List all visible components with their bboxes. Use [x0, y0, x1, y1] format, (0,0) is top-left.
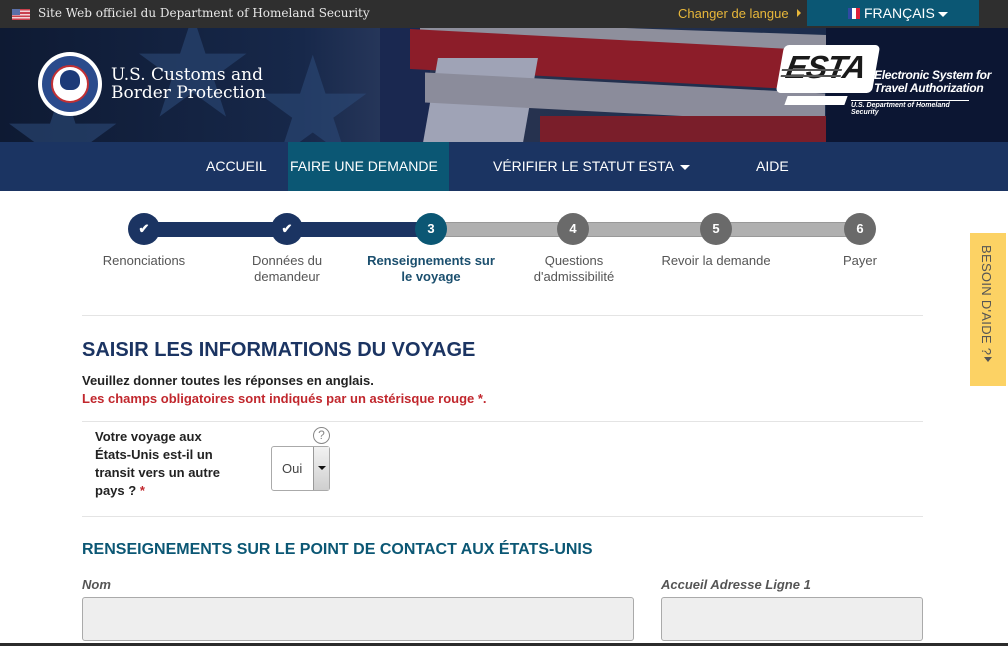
need-help-label: BESOIN D'AIDE ? — [979, 245, 994, 356]
divider — [82, 516, 923, 517]
divider — [82, 315, 923, 316]
step-2-label: Données du demandeur — [251, 253, 323, 284]
nav-label: VÉRIFIER LE STATUT ESTA — [493, 158, 674, 174]
esta-dept: U.S. Department of Homeland Security — [851, 100, 969, 116]
required-note: Les champs obligatoires sont indiqués pa… — [82, 391, 487, 406]
help-icon[interactable]: ? — [313, 427, 330, 444]
header-banner: ★ ★ ★ U.S. Customs and Border Protection… — [0, 28, 1008, 142]
french-flag-icon — [848, 8, 860, 19]
nav-item-aide[interactable]: AIDE — [756, 142, 789, 191]
name-input[interactable] — [82, 597, 634, 641]
step-2-marker[interactable]: ✔ — [271, 213, 303, 245]
progress-tracker: ✔ ✔ 3 4 5 6 Renonciations Données du dem… — [0, 205, 1008, 305]
page-title: SAISIR LES INFORMATIONS DU VOYAGE — [82, 339, 476, 361]
chevron-down-icon[interactable] — [313, 447, 329, 490]
step-3-label: Renseignements sur le voyage — [367, 253, 495, 284]
dhs-seal-logo[interactable] — [38, 52, 102, 116]
step-5-label: Revoir la demande — [661, 253, 771, 268]
transit-select[interactable]: Oui — [271, 446, 330, 491]
step-1-label: Renonciations — [102, 253, 186, 268]
esta-logo-text: ESTA — [783, 49, 869, 85]
step-3-marker: 3 — [415, 213, 447, 245]
top-bar: Site Web officiel du Department of Homel… — [0, 0, 1008, 28]
change-language-link[interactable]: Changer de langue — [678, 6, 789, 21]
transit-question-label: Votre voyage aux États-Unis est-il un tr… — [95, 428, 235, 500]
need-help-tab[interactable]: BESOIN D'AIDE ? — [970, 233, 1006, 386]
official-site-text: Site Web officiel du Department of Homel… — [38, 6, 370, 20]
nav-item-accueil[interactable]: ACCUEIL — [206, 142, 267, 191]
esta-desc-line-2: Travel Authorization — [874, 81, 984, 95]
name-label: Nom — [82, 577, 111, 592]
esta-logo[interactable]: ESTA — [775, 45, 881, 93]
agency-line-2: Border Protection — [111, 83, 266, 103]
agency-title[interactable]: U.S. Customs and Border Protection — [111, 66, 266, 102]
step-4-marker: 4 — [557, 213, 589, 245]
nav-label: FAIRE UNE DEMANDE — [290, 158, 438, 174]
instruction-text: Veuillez donner toutes les réponses en a… — [82, 373, 374, 388]
esta-description: Electronic System for Travel Authorizati… — [874, 69, 991, 95]
step-6-marker: 6 — [844, 213, 876, 245]
esta-logo-base — [784, 96, 848, 105]
eagle-icon — [60, 70, 80, 90]
step-4-label: Questions d'admissibilité — [533, 253, 615, 284]
nav-label: ACCUEIL — [206, 158, 267, 174]
chevron-down-icon — [938, 12, 948, 17]
transit-select-value: Oui — [282, 461, 303, 476]
chevron-down-icon — [680, 164, 691, 170]
language-selector[interactable]: FRANÇAIS — [807, 0, 979, 26]
progress-track-remaining — [431, 222, 861, 237]
step-5-marker: 5 — [700, 213, 732, 245]
address-line-1-input[interactable] — [661, 597, 923, 641]
nav-label: AIDE — [756, 158, 789, 174]
flag-stripe — [540, 116, 830, 142]
nav-item-verifier-statut[interactable]: VÉRIFIER LE STATUT ESTA — [493, 142, 691, 191]
required-asterisk: * — [139, 483, 145, 498]
step-6-label: Payer — [843, 253, 877, 268]
address-line-1-label: Accueil Adresse Ligne 1 — [661, 577, 811, 592]
transit-question-text: Votre voyage aux États-Unis est-il un tr… — [95, 429, 220, 498]
caret-down-icon — [984, 357, 992, 362]
step-1-marker[interactable]: ✔ — [128, 213, 160, 245]
us-flag-icon — [12, 9, 30, 20]
language-label: FRANÇAIS — [864, 5, 935, 21]
contact-section-title: RENSEIGNEMENTS SUR LE POINT DE CONTACT A… — [82, 541, 593, 558]
star-icon: ★ — [250, 29, 376, 143]
main-nav: ACCUEIL FAIRE UNE DEMANDE VÉRIFIER LE ST… — [0, 142, 1008, 219]
swoosh-icon — [780, 69, 842, 77]
chevron-right-icon — [797, 9, 801, 17]
divider — [82, 421, 923, 422]
agency-line-1: U.S. Customs and — [111, 65, 263, 85]
nav-item-faire-une-demande[interactable]: FAIRE UNE DEMANDE — [288, 142, 449, 219]
